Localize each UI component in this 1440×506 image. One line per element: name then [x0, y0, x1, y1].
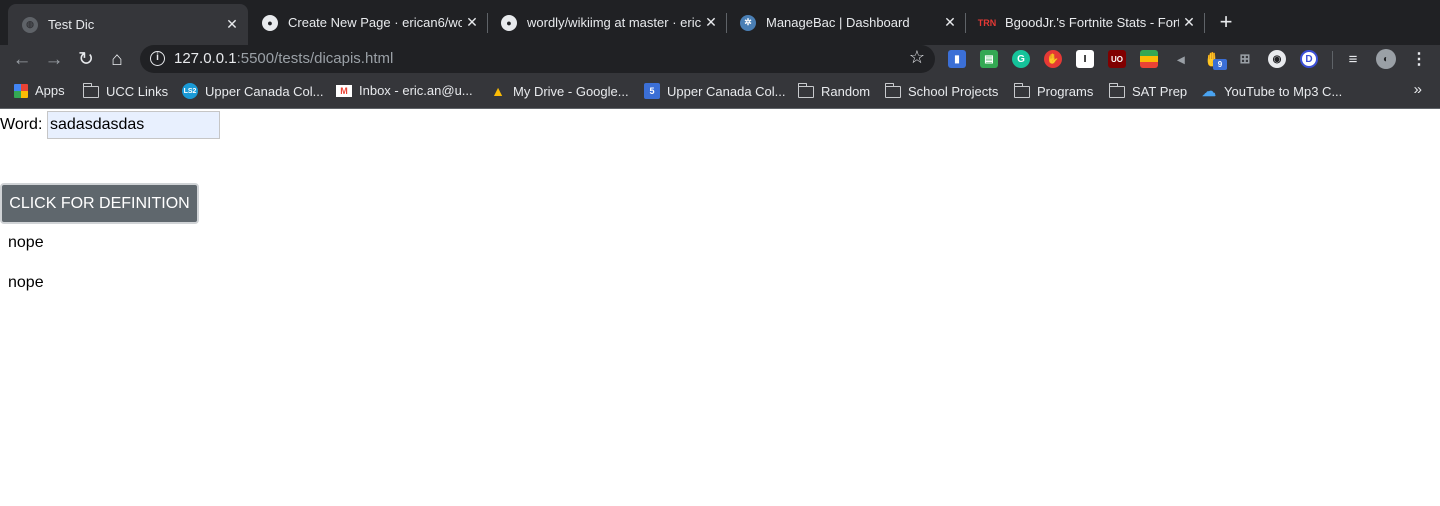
adblock-icon[interactable]: ✋ [1044, 50, 1062, 68]
folder-icon [1013, 83, 1030, 99]
bookmark-upper-canada-calendar[interactable]: 5 Upper Canada Col... [644, 83, 786, 99]
bookmarks-bar: Apps UCC Links LS2 Upper Canada Col... M… [0, 74, 1440, 109]
tab-title: Create New Page · erican6/wor [288, 15, 462, 30]
extension-badge: 9 [1213, 59, 1227, 70]
avatar[interactable]: ◐ [1376, 49, 1396, 69]
forward-button[interactable]: → [41, 47, 67, 73]
tab-managebac[interactable]: ✲ ManageBac | Dashboard ✕ [726, 5, 966, 40]
close-icon[interactable]: ✕ [462, 14, 482, 31]
gmail-icon: M [336, 84, 352, 97]
tab-separator [1204, 13, 1205, 33]
word-input[interactable] [47, 111, 220, 139]
close-icon[interactable]: ✕ [940, 14, 960, 31]
github-icon: ● [501, 14, 517, 31]
tab-fortnite-stats[interactable]: TRN BgoodJr.'s Fortnite Stats - Fort ✕ [965, 5, 1205, 40]
reload-button[interactable]: ↻ [73, 47, 99, 73]
bookmark-label: Programs [1037, 83, 1094, 99]
bookmark-label: SAT Prep [1132, 83, 1188, 99]
bookmark-upper-canada-ls2[interactable]: LS2 Upper Canada Col... [182, 83, 324, 99]
bookmark-random[interactable]: Random [797, 83, 871, 99]
close-icon[interactable]: ✕ [1179, 14, 1199, 31]
bookmark-programs[interactable]: Programs [1013, 83, 1094, 99]
circle-extension-icon[interactable]: ◉ [1268, 50, 1286, 68]
url-path: :5500/tests/dicapis.html [236, 50, 394, 67]
info-icon[interactable]: i [150, 51, 165, 66]
tab-title: Test Dic [48, 17, 95, 32]
url-host: 127.0.0.1 [174, 50, 237, 67]
managebac-icon: ✲ [740, 14, 756, 31]
word-label: Word: [0, 116, 43, 133]
folder-icon [884, 83, 901, 99]
bookmark-apps[interactable]: Apps [14, 83, 65, 98]
back-button[interactable]: ← [9, 47, 35, 73]
tab-title: ManageBac | Dashboard [766, 15, 910, 30]
close-icon[interactable]: ✕ [701, 14, 721, 31]
page-content: Word: CLICK FOR DEFINITION nope nope [0, 110, 1440, 506]
definition-button[interactable]: CLICK FOR DEFINITION [0, 183, 199, 224]
grammarly-icon[interactable]: G [1012, 50, 1030, 68]
bookmark-label: My Drive - Google... [513, 83, 629, 99]
address-bar[interactable]: i 127.0.0.1:5500/tests/dicapis.html ☆ [140, 45, 935, 73]
bookmark-label: Inbox - eric.an@u... [359, 83, 473, 98]
ublock-icon[interactable]: UO [1108, 50, 1126, 68]
calendar-icon: 5 [644, 83, 660, 99]
folder-icon [82, 83, 99, 99]
bookmarks-overflow-icon[interactable]: » [1414, 81, 1422, 98]
bookmark-sat-prep[interactable]: SAT Prep [1108, 83, 1188, 99]
browser-toolbar: ← → ↻ ⌂ i 127.0.0.1:5500/tests/dicapis.h… [0, 45, 1440, 74]
home-button[interactable]: ⌂ [104, 47, 130, 73]
github-icon: ● [262, 14, 278, 31]
bookmark-label: YouTube to Mp3 C... [1224, 83, 1343, 99]
bookmark-ucc-links[interactable]: UCC Links [82, 83, 169, 99]
bookmark-my-drive[interactable]: ▲ My Drive - Google... [490, 83, 629, 99]
trn-icon: TRN [978, 14, 996, 31]
bookmark-label: Upper Canada Col... [205, 83, 324, 99]
tab-create-new-page[interactable]: ● Create New Page · erican6/wor ✕ [248, 5, 488, 40]
bookmark-inbox[interactable]: M Inbox - eric.an@u... [336, 83, 473, 98]
bookmark-label: School Projects [908, 83, 999, 99]
folder-icon [797, 83, 814, 99]
close-icon[interactable]: ✕ [222, 16, 242, 33]
dashlane-icon[interactable]: D [1300, 50, 1318, 68]
apps-grid-icon [14, 83, 28, 98]
book-extension-icon[interactable]: ▮ [948, 50, 966, 68]
bookmark-youtube-to-mp3[interactable]: ☁ YouTube to Mp3 C... [1201, 83, 1342, 99]
google-drive-icon: ▲ [491, 83, 505, 99]
folder-icon [1108, 83, 1125, 99]
arrow-extension-icon[interactable]: ◂ [1172, 50, 1190, 68]
tab-title: BgoodJr.'s Fortnite Stats - Fort [1005, 15, 1179, 30]
result-text: nope [8, 274, 44, 291]
tab-test-dic[interactable]: ◍ Test Dic ✕ [8, 4, 248, 45]
result-text: nope [8, 234, 44, 251]
bookmark-label: Random [821, 83, 871, 99]
bookmark-label: UCC Links [106, 83, 169, 99]
tab-wordly-wikiimg[interactable]: ● wordly/wikiimg at master · eric ✕ [487, 5, 727, 40]
toolbar-separator [1332, 51, 1333, 69]
globe-icon: ◍ [22, 16, 38, 33]
tab-title: wordly/wikiimg at master · eric [527, 15, 701, 30]
grid-extension-icon[interactable]: ⊞ [1236, 50, 1254, 68]
bookmark-star-icon[interactable]: ☆ [909, 47, 925, 68]
bookmark-label: Apps [35, 83, 65, 98]
bookmark-school-projects[interactable]: School Projects [884, 83, 999, 99]
cloud-download-icon: ☁ [1202, 82, 1216, 99]
new-tab-button[interactable]: + [1214, 10, 1238, 34]
url-text[interactable]: 127.0.0.1:5500/tests/dicapis.html [174, 50, 393, 67]
tab-strip: ◍ Test Dic ✕ ● Create New Page · erican6… [0, 0, 1440, 45]
media-queue-icon[interactable]: ≡ [1344, 50, 1362, 68]
bookmark-label: Upper Canada Col... [667, 83, 786, 99]
instapaper-icon[interactable]: I [1076, 50, 1094, 68]
colorful-extension-icon[interactable] [1140, 50, 1158, 68]
ls2-icon: LS2 [182, 83, 198, 99]
print-extension-icon[interactable]: ▤ [980, 50, 998, 68]
menu-kebab-icon[interactable]: ⋮ [1410, 50, 1428, 68]
